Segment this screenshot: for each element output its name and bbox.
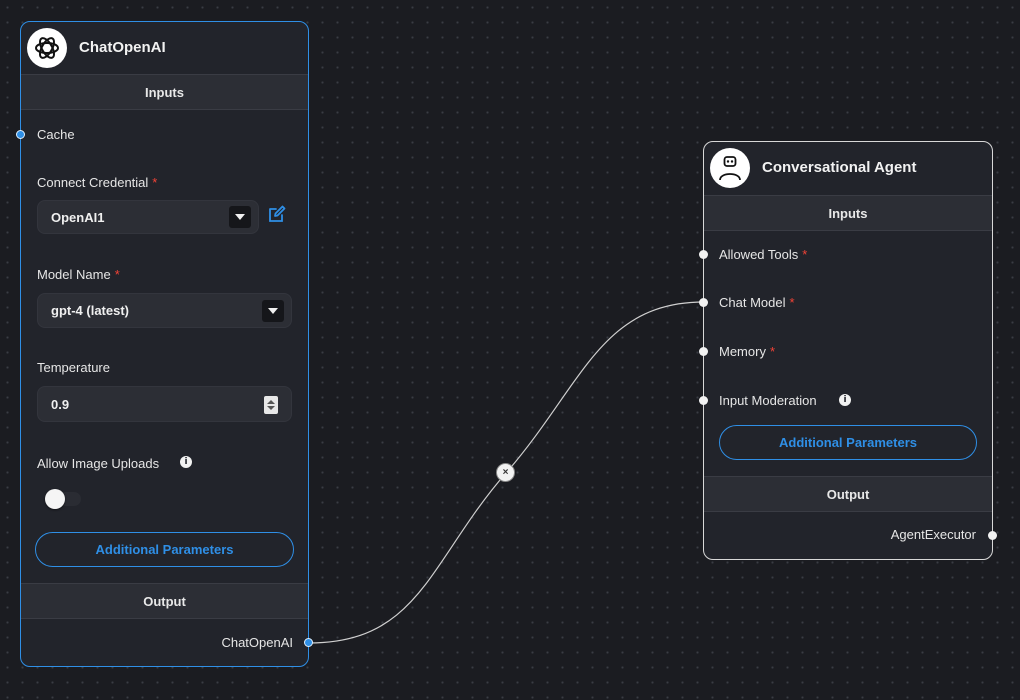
model-name-select[interactable]: gpt-4 (latest) (37, 293, 292, 328)
output-section-header: Output (704, 476, 992, 512)
allowed-tools-label: Allowed Tools * (719, 247, 808, 262)
required-mark: * (789, 295, 795, 310)
edit-credential-icon[interactable] (267, 204, 287, 224)
credential-select[interactable]: OpenAI1 (37, 200, 259, 234)
number-spinner-icon[interactable] (264, 396, 278, 414)
cache-input-handle[interactable] (16, 130, 25, 139)
additional-parameters-button[interactable]: Additional Parameters (719, 425, 977, 460)
chevron-down-icon[interactable] (229, 206, 251, 228)
temperature-value: 0.9 (51, 397, 70, 412)
chat-model-handle[interactable] (699, 298, 708, 307)
robot-icon (710, 148, 750, 188)
inputs-label: Inputs (828, 205, 868, 221)
memory-handle[interactable] (699, 347, 708, 356)
conversational-agent-node[interactable]: Conversational Agent Inputs Allowed Tool… (699, 141, 997, 560)
inputs-label: Inputs (145, 84, 184, 100)
chatopenai-node[interactable]: ChatOpenAI Inputs Cache Connect Credenti… (16, 21, 313, 667)
node-title: ChatOpenAI (79, 39, 166, 56)
output-name: AgentExecutor (890, 527, 976, 542)
openai-logo-icon (27, 28, 67, 68)
output-label: Output (826, 486, 870, 502)
image-uploads-label: Allow Image Uploads (37, 456, 160, 471)
inputs-section-header: Inputs (21, 74, 308, 110)
node-header: Conversational Agent (704, 142, 992, 194)
chat-model-label: Chat Model * (719, 295, 795, 310)
temperature-input[interactable]: 0.9 (37, 386, 292, 422)
output-name: ChatOpenAI (221, 635, 293, 650)
node-title: Conversational Agent (762, 159, 917, 176)
output-label: Output (143, 593, 186, 609)
info-icon[interactable]: i (180, 456, 192, 468)
inputs-section-header: Inputs (704, 195, 992, 231)
required-mark: * (769, 344, 776, 359)
credential-label: Connect Credential * (37, 175, 158, 190)
required-mark: * (802, 247, 808, 262)
chevron-down-icon[interactable] (262, 300, 284, 322)
input-moderation-handle[interactable] (699, 396, 708, 405)
memory-label: Memory * (719, 344, 776, 359)
temperature-label: Temperature (37, 360, 110, 375)
output-section-header: Output (21, 583, 308, 619)
required-mark: * (114, 267, 120, 282)
allowed-tools-handle[interactable] (699, 250, 708, 259)
model-name-value: gpt-4 (latest) (51, 303, 129, 318)
node-header: ChatOpenAI (21, 22, 308, 74)
input-moderation-label: Input Moderation (719, 393, 817, 408)
output-handle[interactable] (304, 638, 313, 647)
toggle-knob[interactable] (45, 489, 65, 509)
model-name-label: Model Name * (37, 267, 120, 282)
info-icon[interactable]: i (839, 394, 851, 406)
edge-delete-button[interactable]: × (496, 463, 515, 482)
credential-value: OpenAI1 (51, 210, 105, 225)
additional-parameters-button[interactable]: Additional Parameters (35, 532, 294, 567)
cache-label: Cache (37, 127, 75, 142)
output-handle[interactable] (988, 531, 997, 540)
required-mark: * (152, 175, 158, 190)
